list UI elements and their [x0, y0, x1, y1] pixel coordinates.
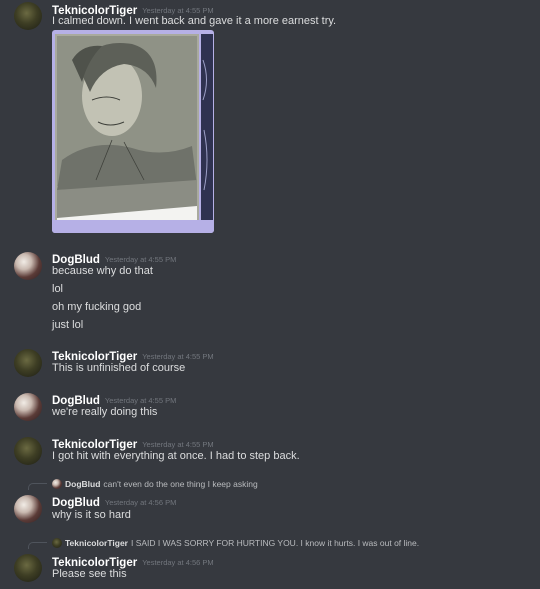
message-group: TeknicolorTiger I SAID I WAS SORRY FOR HU…	[0, 537, 540, 589]
reply-avatar	[52, 479, 62, 489]
username[interactable]: DogBlud	[52, 497, 100, 509]
avatar[interactable]	[14, 437, 42, 465]
reply-connector	[28, 483, 47, 490]
message-text: This is unfinished of course	[52, 362, 186, 374]
message-group: TeknicolorTiger Yesterday at 4:55 PM I ca…	[0, 0, 540, 240]
message-text: I calmed down. I went back and gave it a…	[52, 15, 337, 27]
message-text: just lol	[52, 319, 84, 331]
avatar[interactable]	[14, 554, 42, 582]
reply-username[interactable]: DogBlud	[65, 479, 100, 489]
sketch-image	[52, 34, 214, 233]
message-group: DogBlud Yesterday at 4:55 PM because why …	[0, 250, 540, 340]
avatar[interactable]	[14, 495, 42, 523]
timestamp[interactable]: Yesterday at 4:56 PM	[142, 558, 213, 567]
timestamp[interactable]: Yesterday at 4:55 PM	[142, 6, 213, 15]
avatar[interactable]	[14, 2, 42, 30]
message-text: why is it so hard	[52, 509, 131, 521]
reply-text: I SAID I WAS SORRY FOR HURTING YOU. I kn…	[130, 538, 420, 548]
chat-message-list: TeknicolorTiger Yesterday at 4:55 PM I ca…	[0, 0, 540, 589]
avatar[interactable]	[14, 393, 42, 421]
message-text: I got hit with everything at once. I had…	[52, 450, 300, 462]
message-group: TeknicolorTiger Yesterday at 4:55 PM This…	[0, 347, 540, 387]
avatar[interactable]	[14, 349, 42, 377]
message-text: we're really doing this	[52, 406, 158, 418]
message-text: lol	[52, 283, 64, 295]
reply-connector	[28, 542, 47, 549]
image-attachment[interactable]	[52, 30, 214, 233]
timestamp[interactable]: Yesterday at 4:55 PM	[105, 255, 176, 264]
reply-avatar	[52, 538, 62, 548]
reply-text: can't even do the one thing I keep askin…	[103, 479, 258, 489]
message-text: Please see this	[52, 568, 127, 580]
message-group: DogBlud can't even do the one thing I kee…	[0, 478, 540, 528]
avatar[interactable]	[14, 252, 42, 280]
message-group: DogBlud Yesterday at 4:55 PM we're really…	[0, 391, 540, 431]
timestamp[interactable]: Yesterday at 4:55 PM	[105, 396, 176, 405]
message-group: TeknicolorTiger Yesterday at 4:55 PM I go…	[0, 435, 540, 475]
timestamp[interactable]: Yesterday at 4:55 PM	[142, 352, 213, 361]
reply-username[interactable]: TeknicolorTiger	[65, 538, 128, 548]
message-text: oh my fucking god	[52, 301, 142, 313]
timestamp[interactable]: Yesterday at 4:55 PM	[142, 440, 213, 449]
timestamp[interactable]: Yesterday at 4:56 PM	[105, 498, 176, 507]
reply-preview[interactable]: TeknicolorTiger I SAID I WAS SORRY FOR HU…	[52, 538, 419, 548]
message-text: because why do that	[52, 265, 153, 277]
reply-preview[interactable]: DogBlud can't even do the one thing I kee…	[52, 479, 258, 489]
